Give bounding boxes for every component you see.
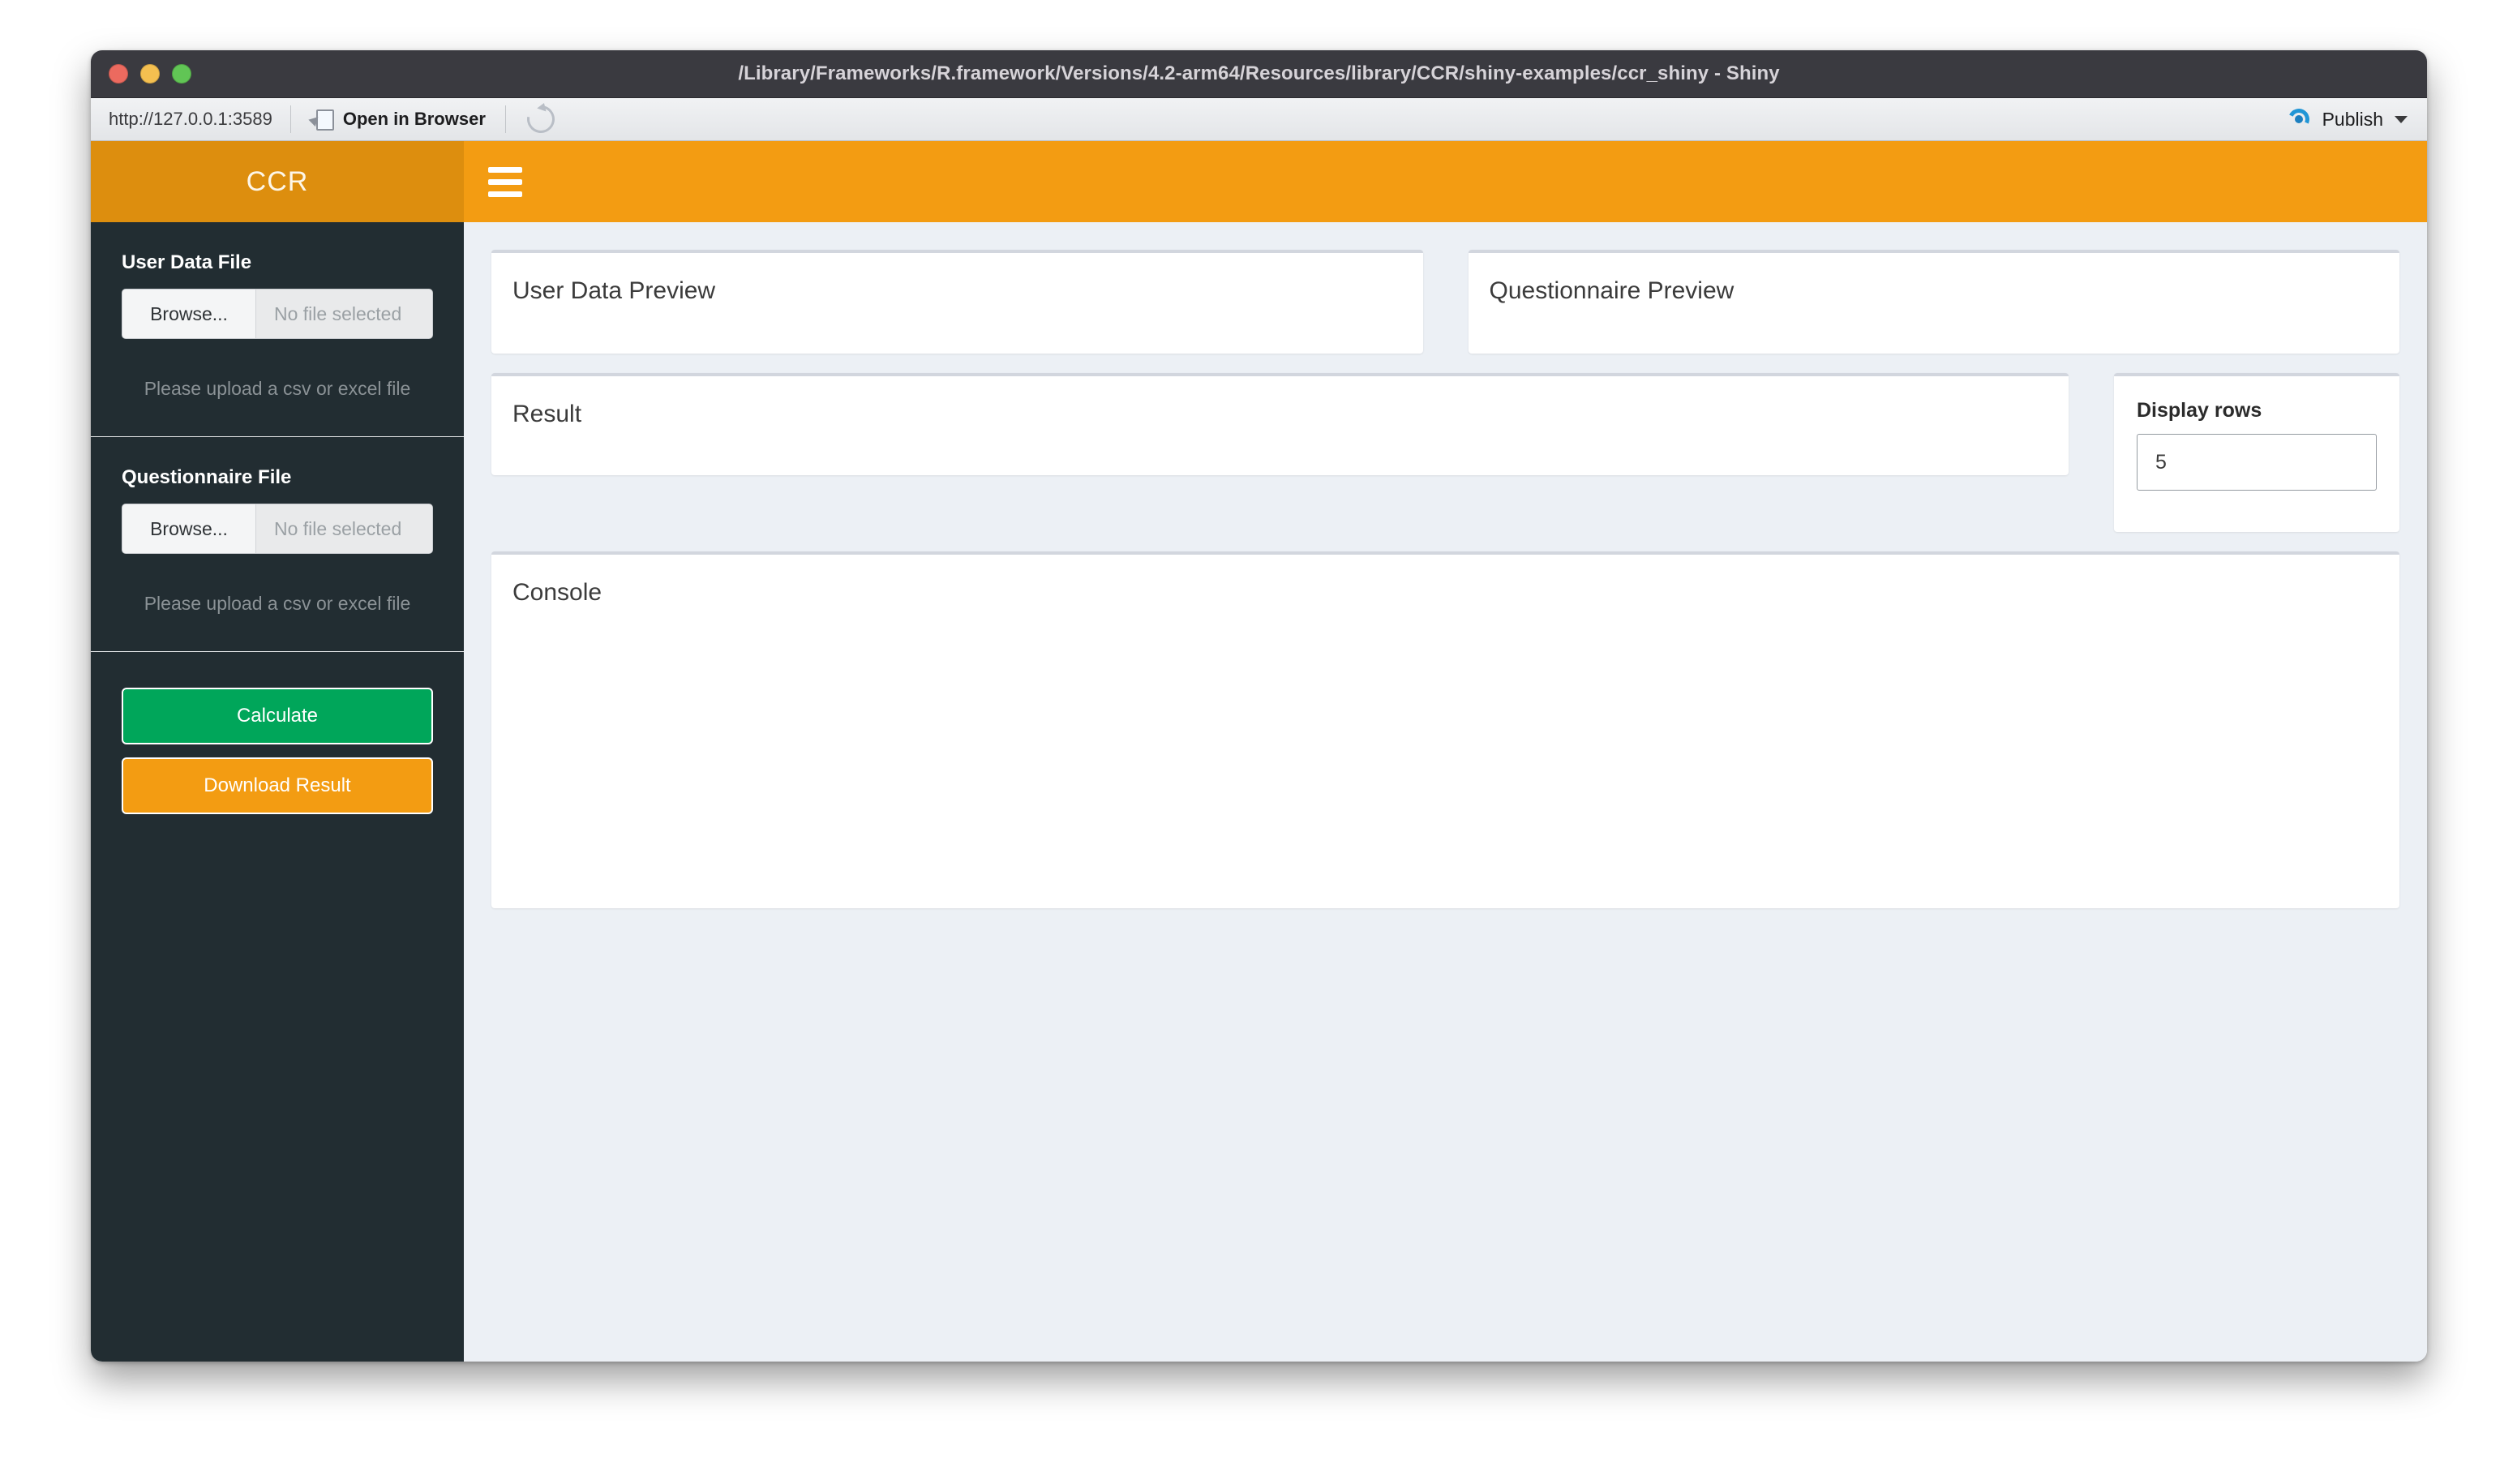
result-column: Result (491, 373, 2069, 475)
user-data-file-section: User Data File Browse... No file selecte… (91, 222, 464, 437)
questionnaire-file-input[interactable]: Browse... No file selected (122, 504, 433, 554)
user-data-hint: Please upload a csv or excel file (144, 378, 411, 399)
shiny-app: CCR User Data File Browse... No file sel… (91, 141, 2427, 1362)
display-rows-label: Display rows (2137, 399, 2262, 422)
user-data-file-input[interactable]: Browse... No file selected (122, 289, 433, 339)
sidebar-logo[interactable]: CCR (91, 141, 464, 222)
chevron-down-icon[interactable] (2395, 115, 2408, 123)
user-data-file-label: User Data File (122, 251, 252, 273)
display-rows-input[interactable] (2137, 434, 2377, 491)
user-data-preview-box: User Data Preview (491, 250, 1423, 354)
reload-icon (521, 100, 560, 139)
previews-row: User Data Preview Questionnaire Preview (491, 250, 2399, 354)
window-titlebar: /Library/Frameworks/R.framework/Versions… (91, 50, 2427, 98)
questionnaire-hint: Please upload a csv or excel file (144, 593, 411, 614)
console-row: Console (491, 551, 2399, 908)
publish-label: Publish (2322, 108, 2383, 130)
screen: /Library/Frameworks/R.framework/Versions… (0, 0, 2517, 1484)
result-title: Result (512, 401, 582, 427)
publish-button[interactable]: Publish (2287, 107, 2427, 131)
result-row: Result Display rows (491, 373, 2399, 532)
open-external-icon (311, 108, 334, 131)
questionnaire-file-section: Questionnaire File Browse... No file sel… (91, 437, 464, 652)
publish-icon (2287, 107, 2311, 131)
console-box: Console (491, 551, 2399, 908)
questionnaire-file-label: Questionnaire File (122, 466, 292, 488)
top-navbar (464, 141, 2427, 222)
hamburger-bar-2 (488, 178, 522, 185)
user-data-preview-title: User Data Preview (512, 277, 716, 304)
sidebar-actions: Calculate Download Result (91, 652, 464, 814)
app-window: /Library/Frameworks/R.framework/Versions… (91, 50, 2427, 1362)
open-in-browser-label: Open in Browser (342, 109, 486, 129)
main-area: User Data Preview Questionnaire Preview … (464, 141, 2427, 1362)
result-box: Result (491, 373, 2069, 475)
hamburger-bar-1 (488, 166, 522, 173)
questionnaire-file-name: No file selected (256, 504, 432, 553)
user-data-browse-button[interactable]: Browse... (122, 290, 256, 338)
viewer-toolbar: http://127.0.0.1:3589 Open in Browser Pu… (91, 98, 2427, 141)
user-data-file-name: No file selected (256, 290, 432, 338)
open-in-browser-button[interactable]: Open in Browser (291, 98, 505, 140)
questionnaire-preview-title: Questionnaire Preview (1489, 277, 1734, 304)
reload-button[interactable] (506, 98, 576, 140)
hamburger-bar-3 (488, 191, 522, 197)
download-result-button[interactable]: Download Result (122, 757, 433, 814)
content-area: User Data Preview Questionnaire Preview … (464, 222, 2427, 1362)
sidebar: CCR User Data File Browse... No file sel… (91, 141, 464, 1362)
console-title: Console (512, 579, 602, 606)
display-rows-box: Display rows (2114, 373, 2399, 532)
calculate-button[interactable]: Calculate (122, 688, 433, 744)
window-title: /Library/Frameworks/R.framework/Versions… (738, 62, 1780, 84)
questionnaire-preview-box: Questionnaire Preview (1468, 250, 2399, 354)
address-label: http://127.0.0.1:3589 (109, 109, 272, 129)
hamburger-menu-icon[interactable] (488, 166, 522, 197)
questionnaire-browse-button[interactable]: Browse... (122, 504, 256, 553)
sidebar-logo-label: CCR (246, 165, 309, 197)
